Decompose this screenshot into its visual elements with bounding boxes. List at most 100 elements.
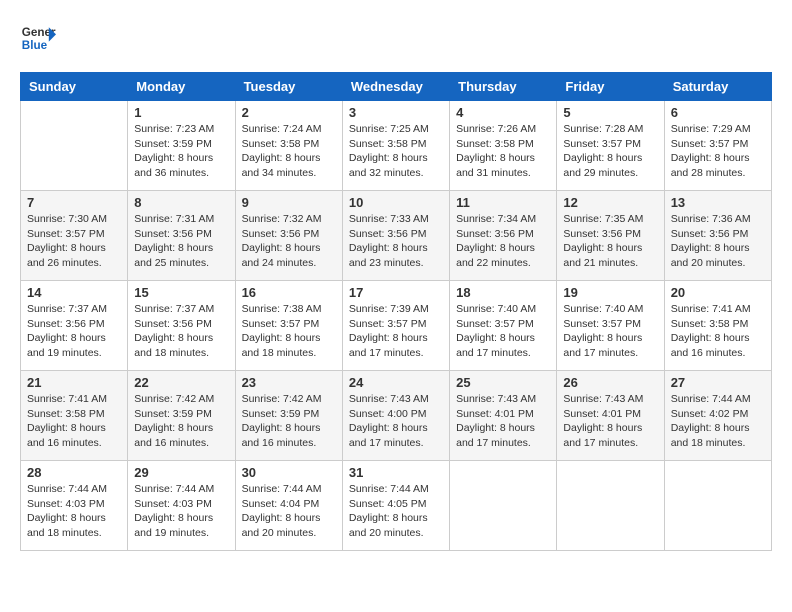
day-number: 25 <box>456 375 550 390</box>
svg-text:Blue: Blue <box>22 39 48 52</box>
day-number: 30 <box>242 465 336 480</box>
day-number: 26 <box>563 375 657 390</box>
day-info: Sunrise: 7:29 AM Sunset: 3:57 PM Dayligh… <box>671 122 765 181</box>
calendar-cell: 15 Sunrise: 7:37 AM Sunset: 3:56 PM Dayli… <box>128 281 235 371</box>
calendar-cell: 17Sunrise: 7:39 AM Sunset: 3:57 PM Dayli… <box>342 281 449 371</box>
day-info: Sunrise: 7:43 AM Sunset: 4:01 PM Dayligh… <box>456 392 550 451</box>
weekday-header-row: SundayMondayTuesdayWednesdayThursdayFrid… <box>21 73 772 101</box>
calendar-cell: 13 Sunrise: 7:36 AM Sunset: 3:56 PM Dayli… <box>664 191 771 281</box>
calendar-table: SundayMondayTuesdayWednesdayThursdayFrid… <box>20 72 772 551</box>
day-info: Sunrise: 7:37 AM Sunset: 3:56 PM Dayligh… <box>134 302 228 361</box>
day-number: 27 <box>671 375 765 390</box>
calendar-cell: 7Sunrise: 7:30 AM Sunset: 3:57 PM Daylig… <box>21 191 128 281</box>
calendar-cell: 5 Sunrise: 7:28 AM Sunset: 3:57 PM Daylig… <box>557 101 664 191</box>
calendar-cell: 10 Sunrise: 7:33 AM Sunset: 3:56 PM Dayli… <box>342 191 449 281</box>
day-number: 21 <box>27 375 121 390</box>
day-number: 6 <box>671 105 765 120</box>
day-info: Sunrise: 7:41 AM Sunset: 3:58 PM Dayligh… <box>671 302 765 361</box>
day-info: Sunrise: 7:31 AM Sunset: 3:56 PM Dayligh… <box>134 212 228 271</box>
weekday-header-wednesday: Wednesday <box>342 73 449 101</box>
day-info: Sunrise: 7:30 AM Sunset: 3:57 PM Dayligh… <box>27 212 121 271</box>
day-info: Sunrise: 7:25 AM Sunset: 3:58 PM Dayligh… <box>349 122 443 181</box>
day-info: Sunrise: 7:42 AM Sunset: 3:59 PM Dayligh… <box>134 392 228 451</box>
day-info: Sunrise: 7:44 AM Sunset: 4:05 PM Dayligh… <box>349 482 443 541</box>
logo: General Blue <box>20 20 56 56</box>
page-header: General Blue <box>20 20 772 56</box>
calendar-cell: 26 Sunrise: 7:43 AM Sunset: 4:01 PM Dayli… <box>557 371 664 461</box>
day-info: Sunrise: 7:37 AM Sunset: 3:56 PM Dayligh… <box>27 302 121 361</box>
day-info: Sunrise: 7:41 AM Sunset: 3:58 PM Dayligh… <box>27 392 121 451</box>
day-info: Sunrise: 7:35 AM Sunset: 3:56 PM Dayligh… <box>563 212 657 271</box>
calendar-week-1: 1 Sunrise: 7:23 AM Sunset: 3:59 PM Daylig… <box>21 101 772 191</box>
day-number: 9 <box>242 195 336 210</box>
day-number: 31 <box>349 465 443 480</box>
day-number: 10 <box>349 195 443 210</box>
day-info: Sunrise: 7:23 AM Sunset: 3:59 PM Dayligh… <box>134 122 228 181</box>
weekday-header-friday: Friday <box>557 73 664 101</box>
day-number: 24 <box>349 375 443 390</box>
calendar-cell: 30 Sunrise: 7:44 AM Sunset: 4:04 PM Dayli… <box>235 461 342 551</box>
day-info: Sunrise: 7:33 AM Sunset: 3:56 PM Dayligh… <box>349 212 443 271</box>
day-info: Sunrise: 7:44 AM Sunset: 4:04 PM Dayligh… <box>242 482 336 541</box>
calendar-cell: 11Sunrise: 7:34 AM Sunset: 3:56 PM Dayli… <box>450 191 557 281</box>
day-number: 22 <box>134 375 228 390</box>
calendar-cell: 31 Sunrise: 7:44 AM Sunset: 4:05 PM Dayli… <box>342 461 449 551</box>
day-number: 19 <box>563 285 657 300</box>
day-number: 15 <box>134 285 228 300</box>
calendar-cell: 21 Sunrise: 7:41 AM Sunset: 3:58 PM Dayli… <box>21 371 128 461</box>
calendar-cell: 1 Sunrise: 7:23 AM Sunset: 3:59 PM Daylig… <box>128 101 235 191</box>
calendar-cell: 16 Sunrise: 7:38 AM Sunset: 3:57 PM Dayli… <box>235 281 342 371</box>
calendar-cell: 20 Sunrise: 7:41 AM Sunset: 3:58 PM Dayli… <box>664 281 771 371</box>
day-number: 5 <box>563 105 657 120</box>
calendar-cell <box>450 461 557 551</box>
day-number: 20 <box>671 285 765 300</box>
day-info: Sunrise: 7:39 AM Sunset: 3:57 PM Dayligh… <box>349 302 443 361</box>
day-info: Sunrise: 7:36 AM Sunset: 3:56 PM Dayligh… <box>671 212 765 271</box>
calendar-cell: 29Sunrise: 7:44 AM Sunset: 4:03 PM Dayli… <box>128 461 235 551</box>
calendar-week-4: 21 Sunrise: 7:41 AM Sunset: 3:58 PM Dayli… <box>21 371 772 461</box>
day-number: 13 <box>671 195 765 210</box>
day-info: Sunrise: 7:44 AM Sunset: 4:02 PM Dayligh… <box>671 392 765 451</box>
calendar-cell: 18Sunrise: 7:40 AM Sunset: 3:57 PM Dayli… <box>450 281 557 371</box>
calendar-body: 1 Sunrise: 7:23 AM Sunset: 3:59 PM Daylig… <box>21 101 772 551</box>
calendar-cell: 23Sunrise: 7:42 AM Sunset: 3:59 PM Dayli… <box>235 371 342 461</box>
calendar-cell: 28 Sunrise: 7:44 AM Sunset: 4:03 PM Dayli… <box>21 461 128 551</box>
day-info: Sunrise: 7:38 AM Sunset: 3:57 PM Dayligh… <box>242 302 336 361</box>
day-number: 16 <box>242 285 336 300</box>
day-info: Sunrise: 7:32 AM Sunset: 3:56 PM Dayligh… <box>242 212 336 271</box>
weekday-header-sunday: Sunday <box>21 73 128 101</box>
calendar-cell: 3 Sunrise: 7:25 AM Sunset: 3:58 PM Daylig… <box>342 101 449 191</box>
calendar-cell: 22 Sunrise: 7:42 AM Sunset: 3:59 PM Dayli… <box>128 371 235 461</box>
calendar-cell: 9 Sunrise: 7:32 AM Sunset: 3:56 PM Daylig… <box>235 191 342 281</box>
day-info: Sunrise: 7:43 AM Sunset: 4:00 PM Dayligh… <box>349 392 443 451</box>
day-info: Sunrise: 7:24 AM Sunset: 3:58 PM Dayligh… <box>242 122 336 181</box>
day-number: 12 <box>563 195 657 210</box>
day-info: Sunrise: 7:28 AM Sunset: 3:57 PM Dayligh… <box>563 122 657 181</box>
day-number: 29 <box>134 465 228 480</box>
weekday-header-thursday: Thursday <box>450 73 557 101</box>
day-number: 11 <box>456 195 550 210</box>
calendar-cell <box>664 461 771 551</box>
day-number: 8 <box>134 195 228 210</box>
day-number: 2 <box>242 105 336 120</box>
calendar-cell: 2 Sunrise: 7:24 AM Sunset: 3:58 PM Daylig… <box>235 101 342 191</box>
calendar-cell: 6 Sunrise: 7:29 AM Sunset: 3:57 PM Daylig… <box>664 101 771 191</box>
day-number: 14 <box>27 285 121 300</box>
day-info: Sunrise: 7:43 AM Sunset: 4:01 PM Dayligh… <box>563 392 657 451</box>
day-number: 28 <box>27 465 121 480</box>
day-number: 18 <box>456 285 550 300</box>
calendar-cell: 19Sunrise: 7:40 AM Sunset: 3:57 PM Dayli… <box>557 281 664 371</box>
calendar-cell: 24 Sunrise: 7:43 AM Sunset: 4:00 PM Dayli… <box>342 371 449 461</box>
calendar-week-2: 7Sunrise: 7:30 AM Sunset: 3:57 PM Daylig… <box>21 191 772 281</box>
calendar-cell <box>557 461 664 551</box>
day-number: 3 <box>349 105 443 120</box>
day-info: Sunrise: 7:44 AM Sunset: 4:03 PM Dayligh… <box>27 482 121 541</box>
calendar-cell: 4 Sunrise: 7:26 AM Sunset: 3:58 PM Daylig… <box>450 101 557 191</box>
calendar-cell: 27 Sunrise: 7:44 AM Sunset: 4:02 PM Dayli… <box>664 371 771 461</box>
day-number: 23 <box>242 375 336 390</box>
day-info: Sunrise: 7:26 AM Sunset: 3:58 PM Dayligh… <box>456 122 550 181</box>
calendar-week-5: 28 Sunrise: 7:44 AM Sunset: 4:03 PM Dayli… <box>21 461 772 551</box>
calendar-cell: 14 Sunrise: 7:37 AM Sunset: 3:56 PM Dayli… <box>21 281 128 371</box>
day-number: 1 <box>134 105 228 120</box>
day-number: 4 <box>456 105 550 120</box>
